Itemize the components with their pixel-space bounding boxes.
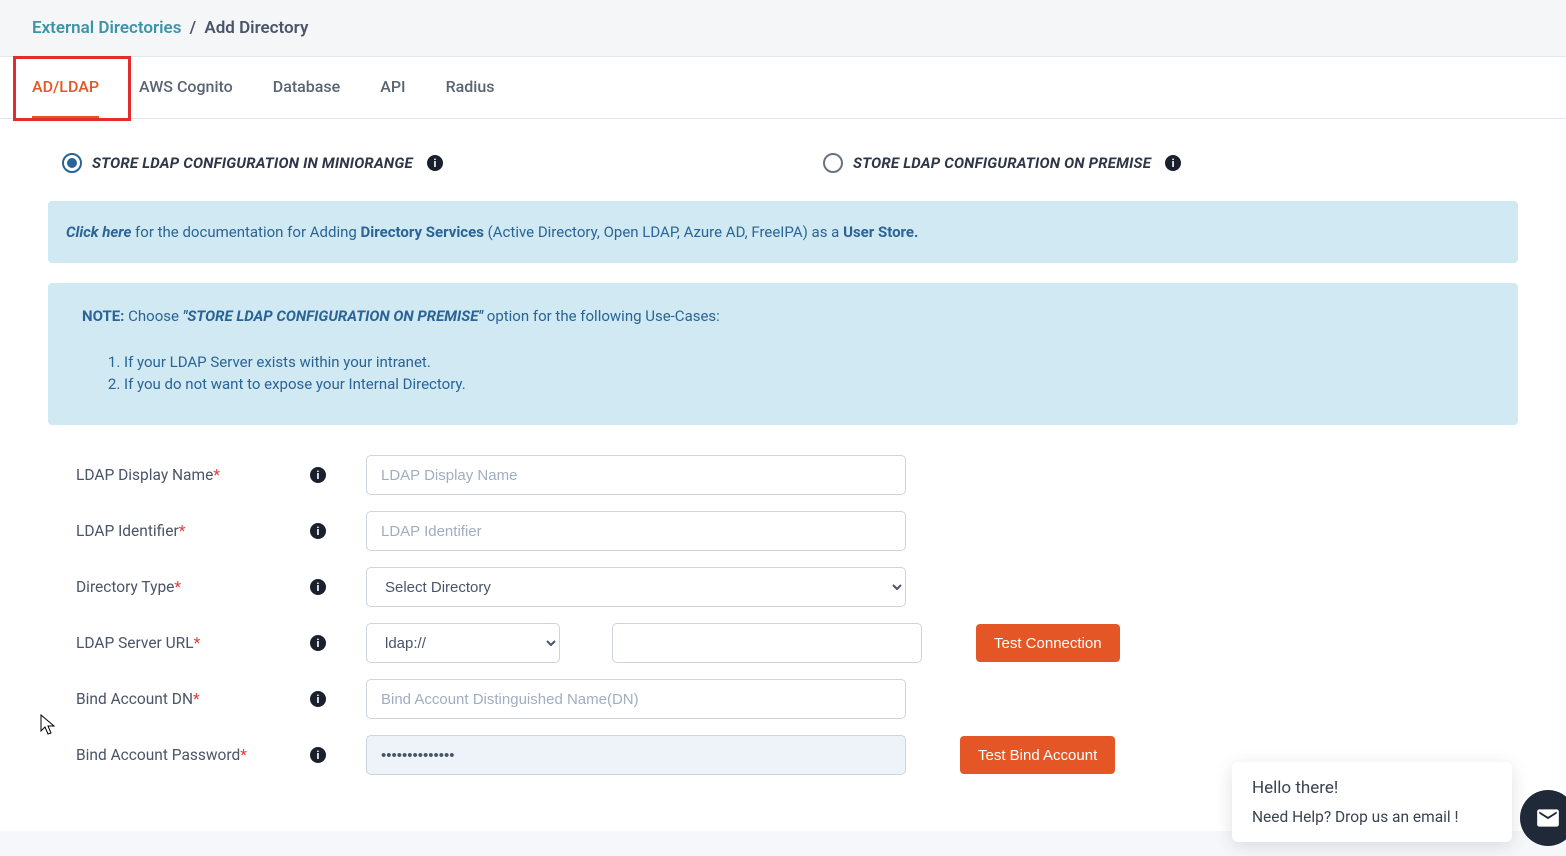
page-header: External Directories / Add Directory [0, 0, 1566, 57]
note-box: NOTE: Choose "STORE LDAP CONFIGURATION O… [48, 283, 1518, 425]
ldap-identifier-input[interactable] [366, 511, 906, 551]
tabs-bar: AD/LDAP AWS Cognito Database API Radius [0, 57, 1566, 119]
documentation-alert: Click here for the documentation for Add… [48, 201, 1518, 263]
breadcrumb: External Directories / Add Directory [32, 18, 1534, 38]
info-icon[interactable]: i [310, 747, 326, 763]
chat-bubble-button[interactable] [1520, 790, 1566, 846]
bind-pw-input[interactable] [366, 735, 906, 775]
info-icon[interactable]: i [310, 579, 326, 595]
breadcrumb-current: Add Directory [204, 18, 308, 38]
test-bind-button[interactable]: Test Bind Account [960, 736, 1115, 774]
info-icon[interactable]: i [310, 467, 326, 483]
ldap-display-name-label: LDAP Display Name* [76, 466, 306, 484]
breadcrumb-separator: / [190, 18, 196, 38]
bind-pw-label: Bind Account Password* [76, 746, 306, 764]
directory-type-select[interactable]: Select Directory [366, 567, 906, 607]
note-label: NOTE: [82, 307, 124, 325]
note-item: If you do not want to expose your Intern… [124, 375, 1484, 393]
chat-help-text: Need Help? Drop us an email ! [1252, 808, 1492, 826]
tab-ad-ldap[interactable]: AD/LDAP [32, 57, 99, 118]
ldap-protocol-select[interactable]: ldap:// [366, 623, 560, 663]
tab-aws-cognito[interactable]: AWS Cognito [139, 57, 233, 118]
radio-store-miniorange-label: STORE LDAP CONFIGURATION IN MINIORANGE [92, 154, 413, 172]
chat-greeting: Hello there! [1252, 778, 1492, 798]
note-list: If your LDAP Server exists within your i… [124, 353, 1484, 393]
ldap-host-input[interactable] [612, 623, 922, 663]
info-icon[interactable]: i [310, 635, 326, 651]
info-icon[interactable]: i [310, 523, 326, 539]
radio-store-premise[interactable] [823, 153, 843, 173]
bind-dn-label: Bind Account DN* [76, 690, 306, 708]
doc-click-here-link[interactable]: Click here [66, 223, 131, 241]
storage-radio-group: STORE LDAP CONFIGURATION IN MINIORANGE i… [62, 153, 1504, 173]
tab-database[interactable]: Database [273, 57, 340, 118]
content-area: STORE LDAP CONFIGURATION IN MINIORANGE i… [0, 119, 1566, 831]
ldap-display-name-input[interactable] [366, 455, 906, 495]
info-icon[interactable]: i [1165, 155, 1181, 171]
ldap-server-url-label: LDAP Server URL* [76, 634, 306, 652]
tab-api[interactable]: API [380, 57, 405, 118]
radio-store-premise-label: STORE LDAP CONFIGURATION ON PREMISE [853, 154, 1151, 172]
note-item: If your LDAP Server exists within your i… [124, 353, 1484, 371]
directory-type-label: Directory Type* [76, 578, 306, 596]
breadcrumb-parent-link[interactable]: External Directories [32, 18, 181, 38]
bind-dn-input[interactable] [366, 679, 906, 719]
info-icon[interactable]: i [427, 155, 443, 171]
chat-popup: Hello there! Need Help? Drop us an email… [1232, 762, 1512, 842]
ldap-identifier-label: LDAP Identifier* [76, 522, 306, 540]
test-connection-button[interactable]: Test Connection [976, 624, 1120, 662]
envelope-icon [1535, 805, 1561, 831]
tab-radius[interactable]: Radius [446, 57, 495, 118]
info-icon[interactable]: i [310, 691, 326, 707]
radio-store-miniorange[interactable] [62, 153, 82, 173]
